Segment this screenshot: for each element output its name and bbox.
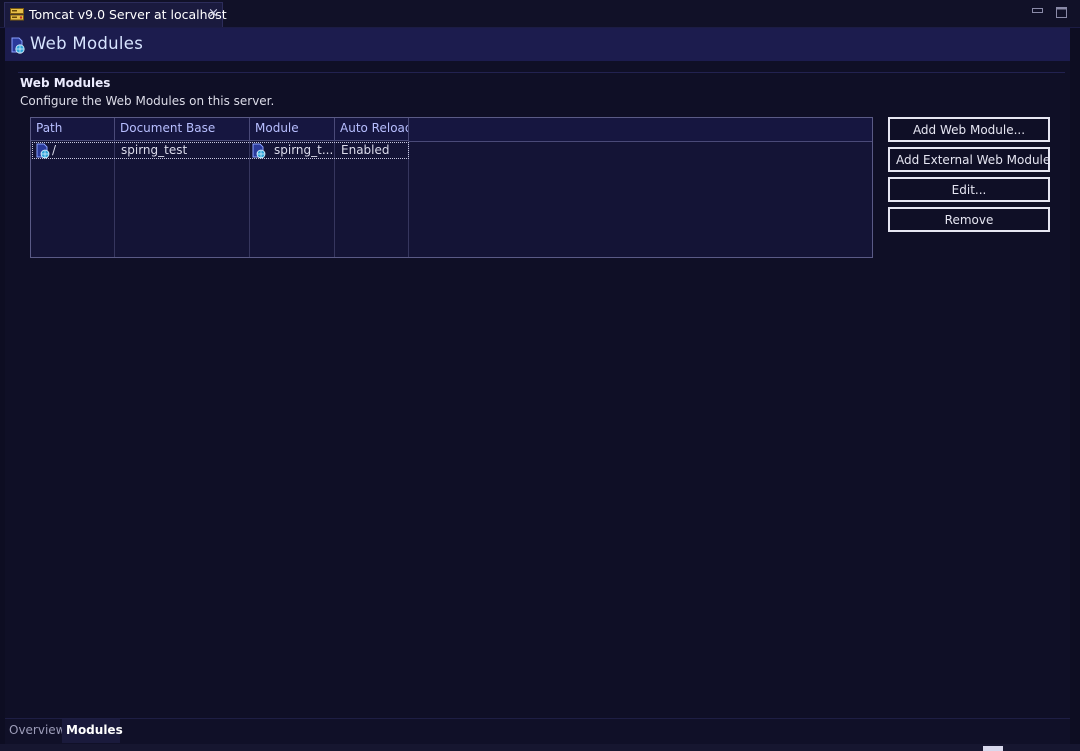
column-header-document-base[interactable]: Document Base [115, 118, 250, 141]
editor-tab[interactable]: Tomcat v9.0 Server at localhost × [4, 2, 227, 27]
add-web-module-button[interactable]: Add Web Module... [888, 117, 1050, 142]
column-header-auto-reload[interactable]: Auto Reload [335, 118, 409, 141]
page-header: Web Modules [5, 28, 1070, 61]
web-module-icon [11, 37, 25, 54]
section-title: Web Modules [20, 76, 111, 90]
add-external-web-module-button[interactable]: Add External Web Module... [888, 147, 1050, 172]
column-header-module[interactable]: Module [250, 118, 335, 141]
maximize-icon[interactable] [1056, 7, 1067, 18]
cell-path: / [52, 143, 57, 157]
cell-document-base: spirng_test [121, 143, 188, 157]
cell-module: spirng_t... [274, 143, 332, 157]
editor-page-tabs [5, 718, 1070, 745]
remove-button[interactable]: Remove [888, 207, 1050, 232]
tab-modules-label: Modules [66, 723, 123, 737]
scrollbar-thumb[interactable] [983, 746, 1003, 751]
tab-modules[interactable]: Modules [62, 719, 123, 743]
column-header-filler [409, 118, 872, 142]
page-title: Web Modules [30, 34, 144, 53]
section-description: Configure the Web Modules on this server… [20, 94, 275, 108]
web-modules-table[interactable]: Path Document Base Module Auto Reload / … [30, 117, 873, 258]
column-header-path[interactable]: Path [31, 118, 115, 141]
web-module-icon [252, 143, 266, 159]
tab-overview[interactable]: Overview [9, 723, 66, 737]
section-divider [18, 72, 1065, 73]
minimize-icon[interactable] [1032, 5, 1044, 17]
status-strip [0, 744, 1080, 751]
web-module-icon [36, 143, 50, 159]
close-icon[interactable]: × [208, 6, 219, 21]
server-icon [10, 8, 24, 21]
cell-auto-reload: Enabled [341, 143, 390, 157]
edit-button[interactable]: Edit... [888, 177, 1050, 202]
editor-tab-label: Tomcat v9.0 Server at localhost [29, 7, 227, 22]
